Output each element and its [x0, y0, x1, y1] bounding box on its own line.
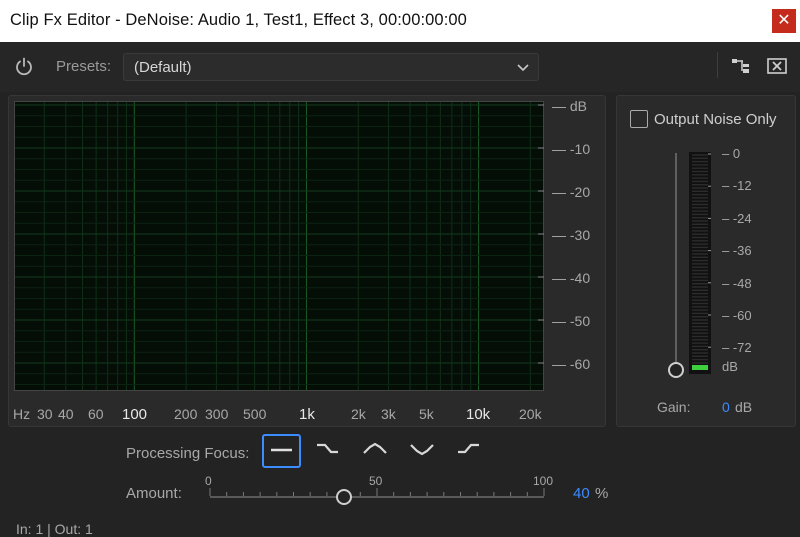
y-axis-tick-label: — -40 — [552, 270, 591, 286]
presets-value: (Default) — [134, 59, 192, 76]
focus-flat-button[interactable] — [262, 434, 301, 468]
x-axis-tick-label: 200 — [174, 406, 198, 422]
mid-curve-icon — [363, 442, 387, 454]
amount-tick-0: 0 — [205, 474, 212, 488]
gain-slider-thumb[interactable] — [668, 362, 684, 378]
amount-slider-track[interactable] — [210, 496, 544, 498]
amount-slider-thumb[interactable] — [336, 489, 352, 505]
flat-curve-icon — [271, 448, 292, 452]
x-axis-tick-label: 1k — [299, 406, 315, 423]
focus-mid-button[interactable] — [357, 434, 393, 464]
toolbar-separator — [717, 52, 718, 78]
window-title: Clip Fx Editor - DeNoise: Audio 1, Test1… — [10, 11, 467, 29]
remove-effect-icon[interactable] — [767, 57, 787, 75]
x-axis-tick-label: 100 — [122, 406, 148, 423]
amount-label: Amount: — [126, 485, 182, 502]
presets-dropdown[interactable]: (Default) — [123, 53, 539, 81]
low-curve-icon — [317, 443, 338, 454]
amount-tick-50: 50 — [369, 474, 383, 488]
x-axis-tick-label: 60 — [88, 406, 104, 422]
meter-label: – 0 — [722, 146, 741, 161]
high-curve-icon — [458, 443, 479, 454]
presets-label: Presets: — [56, 58, 112, 75]
level-meter — [689, 152, 711, 374]
processing-focus-label: Processing Focus: — [126, 445, 250, 462]
y-axis-tick-label: — -50 — [552, 313, 591, 329]
x-axis-tick-label: 20k — [519, 406, 542, 422]
gain-label: Gain: — [657, 399, 691, 415]
x-axis-tick-label: 2k — [351, 406, 366, 422]
y-axis-tick-label: — -20 — [552, 184, 591, 200]
gain-slider-track[interactable] — [675, 153, 677, 367]
x-axis-tick-label: 3k — [381, 406, 396, 422]
meter-label: – -48 — [722, 276, 752, 291]
meter-label: – -60 — [722, 308, 752, 323]
x-axis-tick-label: 40 — [58, 406, 74, 422]
meter-label: – -36 — [722, 243, 752, 258]
gain-unit: dB — [735, 399, 753, 415]
chevron-down-icon — [517, 64, 529, 72]
y-axis-unit: — dB — [552, 98, 588, 114]
meter-label: dB — [722, 359, 738, 374]
routing-icon[interactable] — [731, 57, 751, 75]
meter-label: – -72 — [722, 340, 752, 355]
noise-graph[interactable] — [14, 101, 544, 391]
x-axis-tick-label: 30 — [37, 406, 53, 422]
x-axis-tick-label: 300 — [205, 406, 229, 422]
io-status: In: 1 | Out: 1 — [16, 521, 93, 537]
output-noise-only-checkbox[interactable] — [630, 110, 648, 128]
amount-value[interactable]: 40 — [573, 485, 590, 502]
focus-notch-button[interactable] — [404, 434, 440, 464]
x-axis-tick-label: 10k — [466, 406, 491, 423]
y-axis-tick-label: — -60 — [552, 356, 591, 372]
amount-tick-100: 100 — [533, 474, 554, 488]
x-axis-tick-label: 500 — [243, 406, 267, 422]
meter-level-bar — [692, 365, 708, 370]
meter-label: – -24 — [722, 211, 752, 226]
y-axis-tick-label: — -10 — [552, 141, 591, 157]
x-axis-tick-label: 5k — [419, 406, 434, 422]
x-axis-unit: Hz — [13, 406, 31, 422]
power-icon[interactable] — [14, 57, 34, 77]
amount-unit: % — [595, 485, 609, 502]
focus-high-button[interactable] — [451, 434, 487, 464]
window-close-button[interactable]: ✕ — [772, 9, 796, 33]
gain-value[interactable]: 0 — [722, 399, 730, 415]
title-bar: Clip Fx Editor - DeNoise: Audio 1, Test1… — [0, 0, 800, 42]
meter-label: – -12 — [722, 178, 752, 193]
output-noise-only-label: Output Noise Only — [654, 111, 777, 128]
notch-curve-icon — [410, 444, 434, 456]
y-axis-tick-label: — -30 — [552, 227, 591, 243]
focus-low-button[interactable] — [310, 434, 346, 464]
